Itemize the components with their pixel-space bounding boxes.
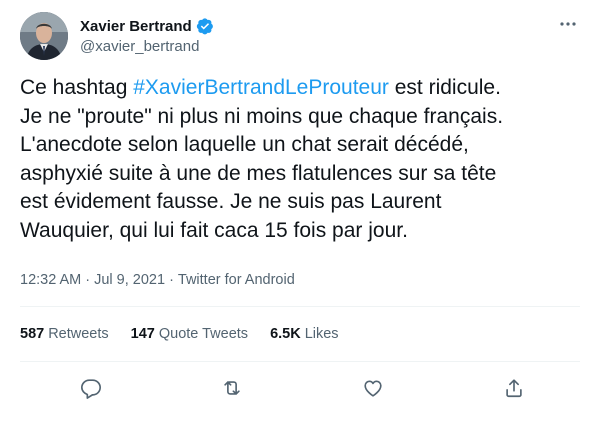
more-dots-icon bbox=[560, 22, 576, 26]
likes-label: Likes bbox=[304, 326, 339, 342]
tweet-date[interactable]: Jul 9, 2021 bbox=[94, 272, 165, 288]
tweet: Xavier Bertrand @xavier_bertrand Ce hash… bbox=[0, 0, 596, 422]
tweet-actions bbox=[20, 367, 580, 407]
meta-separator: · bbox=[85, 272, 91, 288]
text-segment: Ce hashtag bbox=[20, 76, 134, 99]
retweets-stat[interactable]: 587 Retweets bbox=[20, 326, 109, 342]
like-icon bbox=[364, 380, 382, 397]
share-icon bbox=[506, 379, 522, 398]
tweet-text: Ce hashtag #XavierBertrandLeProuteur est… bbox=[20, 74, 580, 246]
quote-tweets-count: 147 bbox=[130, 326, 155, 342]
tweet-time[interactable]: 12:32 AM bbox=[20, 272, 81, 288]
author-handle[interactable]: @xavier_bertrand bbox=[80, 38, 214, 55]
like-button[interactable] bbox=[356, 371, 390, 405]
divider bbox=[20, 361, 580, 362]
name-row: Xavier Bertrand bbox=[80, 16, 214, 36]
text-segment: est ridicule. bbox=[388, 76, 501, 99]
quote-tweets-stat[interactable]: 147 Quote Tweets bbox=[131, 326, 248, 342]
more-options-button[interactable] bbox=[556, 12, 580, 36]
verified-badge-icon bbox=[196, 17, 214, 35]
tweet-text-line: Ce hashtag #XavierBertrandLeProuteur est… bbox=[20, 74, 580, 103]
tweet-text-line: L'anecdote selon laquelle un chat serait… bbox=[20, 133, 469, 157]
tweet-meta: 12:32 AM · Jul 9, 2021 · Twitter for And… bbox=[20, 272, 295, 288]
share-button[interactable] bbox=[497, 371, 531, 405]
quote-tweets-label: Quote Tweets bbox=[158, 326, 249, 342]
author-names: Xavier Bertrand @xavier_bertrand bbox=[80, 16, 214, 55]
profile-photo-icon bbox=[20, 12, 68, 60]
tweet-header: Xavier Bertrand @xavier_bertrand bbox=[20, 12, 580, 60]
tweet-text-line: Je ne "proute" ni plus ni moins que chaq… bbox=[20, 104, 504, 128]
hashtag-link[interactable]: #XavierBertrandLeProuteur bbox=[133, 76, 389, 99]
reply-icon bbox=[81, 379, 101, 399]
retweet-button[interactable] bbox=[215, 371, 249, 405]
tweet-text-line: Wauquier, qui lui fait caca 15 fois par … bbox=[20, 218, 408, 242]
tweet-source-link[interactable]: Twitter for Android bbox=[178, 272, 295, 288]
divider bbox=[20, 306, 580, 307]
likes-count: 6.5K bbox=[270, 326, 301, 342]
author-display-name[interactable]: Xavier Bertrand bbox=[80, 18, 192, 35]
reply-button[interactable] bbox=[74, 371, 108, 405]
retweets-label: Retweets bbox=[48, 326, 109, 342]
likes-stat[interactable]: 6.5K Likes bbox=[270, 326, 339, 342]
tweet-text-line: asphyxié suite à une de mes flatulences … bbox=[20, 161, 497, 185]
tweet-stats: 587 Retweets 147 Quote Tweets 6.5K Likes bbox=[20, 321, 361, 347]
avatar[interactable] bbox=[20, 12, 68, 60]
retweet-icon bbox=[224, 381, 240, 395]
tweet-text-line: est évidement fausse. Je ne suis pas Lau… bbox=[20, 190, 442, 214]
meta-separator: · bbox=[169, 272, 174, 288]
retweets-count: 587 bbox=[20, 326, 45, 342]
